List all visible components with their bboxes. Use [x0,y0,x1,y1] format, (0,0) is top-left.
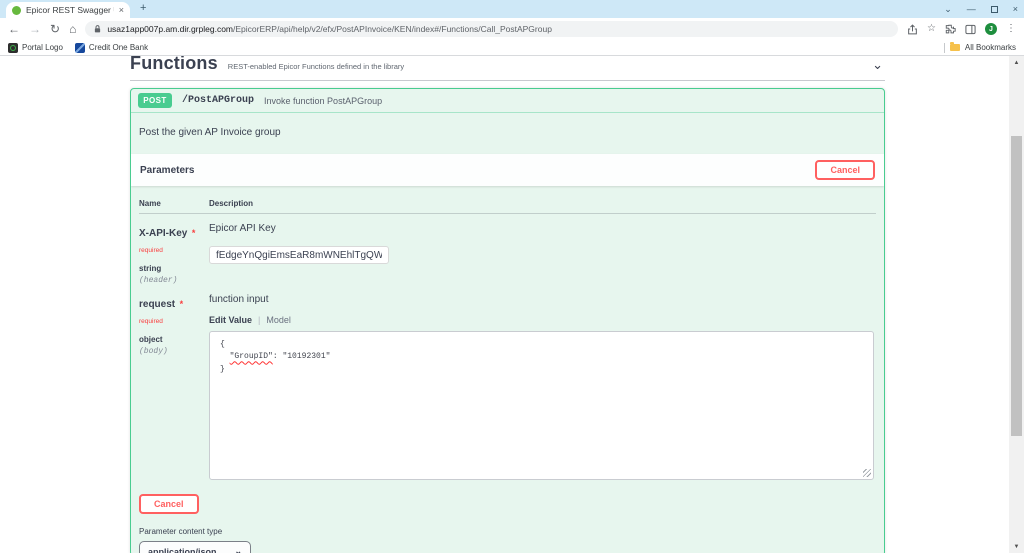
column-name: Name [139,199,161,208]
swagger-favicon-icon [12,5,21,15]
section-subtitle: REST-enabled Epicor Functions defined in… [227,62,405,71]
required-label: required [139,318,163,325]
param-location: (header) [139,276,178,285]
scroll-down-icon[interactable]: ▼ [1009,540,1024,553]
param-desc-cell: Epicor API Key [209,223,876,285]
param-desc-cell: function input Edit Value | Model { "Gro… [209,294,876,480]
window-controls: ⌄ — × [944,0,1018,18]
tab-title: Epicor REST Swagger UI [26,5,114,15]
padlock-icon [95,25,101,33]
required-star: * [191,228,196,238]
tab-edit-value[interactable]: Edit Value [209,315,252,325]
extensions-puzzle-icon[interactable] [945,24,956,35]
tab-strip: Epicor REST Swagger UI × + ⌄ — × [0,0,1024,18]
execute-wrapper: Cancel [139,494,876,514]
browser-toolbar: ← → ↻ ⌂ usaz1app007p.am.dir.grpleg.com/E… [0,18,1024,40]
tab-search-icon[interactable]: ⌄ [944,4,952,14]
parameters-header: Parameters Cancel [131,154,884,186]
share-icon[interactable] [907,23,918,35]
close-window-button[interactable]: × [1013,4,1018,14]
endpoint-summary: Invoke function PostAPGroup [264,95,383,106]
back-button[interactable]: ← [8,23,20,35]
required-star: * [179,299,184,309]
minimize-button[interactable]: — [967,4,976,14]
home-button[interactable]: ⌂ [69,23,76,35]
parameters-title: Parameters [140,164,195,176]
param-location: (body) [139,347,168,356]
bookmarks-separator [943,42,945,53]
param-row-x-api-key: X-API-Key * required string (header) Epi… [139,214,876,285]
forward-button[interactable]: → [29,23,41,35]
bookmark-credit-one-bank[interactable]: Credit One Bank [74,42,148,53]
collapse-section-icon[interactable]: ⌄ [872,57,883,73]
bookmark-portal-logo[interactable]: Portal Logo [8,42,63,53]
param-name-cell: X-API-Key * required string (header) [139,223,209,285]
credit-one-bank-icon [74,42,85,53]
page-content: Functions REST-enabled Epicor Functions … [0,56,1024,553]
browser-window: Epicor REST Swagger UI × + ⌄ — × ← → ↻ ⌂… [0,0,1024,553]
column-description: Description [209,199,254,208]
request-body-editor[interactable]: { "GroupID": "10192301" } [209,331,874,480]
content-type-label: Parameter content type [139,527,223,536]
opblock-summary[interactable]: POST /PostAPGroup Invoke function PostAP… [131,89,884,113]
all-bookmarks[interactable]: All Bookmarks [943,42,1016,53]
param-type: string [139,264,162,273]
tab-close-icon[interactable]: × [119,5,124,15]
address-bar[interactable]: usaz1app007p.am.dir.grpleg.com/EpicorERP… [85,21,899,37]
bookmarks-bar: Portal Logo Credit One Bank All Bookmark… [0,40,1024,56]
cancel-button-top[interactable]: Cancel [815,160,875,180]
opblock-post-apgroup: POST /PostAPGroup Invoke function PostAP… [130,88,885,553]
textarea-resize-handle[interactable] [863,469,871,477]
tab-separator: | [258,315,261,325]
side-panel-icon[interactable] [965,24,976,35]
scroll-up-icon[interactable]: ▲ [1009,56,1024,69]
tab-model[interactable]: Model [266,315,291,325]
content-type-select[interactable]: application/json ⌄ [139,541,251,553]
bookmark-star-icon[interactable]: ☆ [927,24,936,34]
section-title: Functions [130,56,218,73]
required-label: required [139,247,163,254]
all-bookmarks-label: All Bookmarks [964,43,1016,52]
http-method-badge: POST [138,93,172,108]
scrollbar-thumb[interactable] [1011,136,1022,436]
functions-section-header[interactable]: Functions REST-enabled Epicor Functions … [130,56,885,81]
reload-button[interactable]: ↻ [50,23,60,35]
portal-logo-icon [8,42,18,53]
maximize-button[interactable] [990,5,998,13]
page-scrollbar[interactable]: ▲ ▼ [1009,56,1024,553]
new-tab-button[interactable]: + [140,2,146,14]
param-description: function input [209,294,269,305]
cancel-button-bottom[interactable]: Cancel [139,494,199,514]
browser-menu-icon[interactable]: ⋮ [1006,24,1016,34]
param-type: object [139,335,163,344]
endpoint-path: /PostAPGroup [182,95,255,106]
param-row-request: request * required object (body) functio… [139,285,876,480]
api-key-input[interactable] [209,246,389,264]
toolbar-icons: ☆ J ⋮ [907,23,1016,35]
endpoint-description: Post the given AP Invoice group [139,127,281,138]
chevron-down-icon: ⌄ [234,546,242,553]
profile-avatar[interactable]: J [985,23,997,35]
param-name-cell: request * required object (body) [139,294,209,480]
body-tabs: Edit Value | Model [209,315,876,325]
parameters-table: Name Description X-API-Key * required st… [131,186,884,553]
browser-tab[interactable]: Epicor REST Swagger UI × [6,2,130,18]
folder-icon [949,42,960,51]
param-description: Epicor API Key [209,223,276,234]
swagger-ui: Functions REST-enabled Epicor Functions … [130,56,885,553]
table-header-row: Name Description [139,199,876,214]
misspelled-key: "GroupID" [229,352,273,362]
url-text: usaz1app007p.am.dir.grpleg.com/EpicorERP… [107,24,552,34]
